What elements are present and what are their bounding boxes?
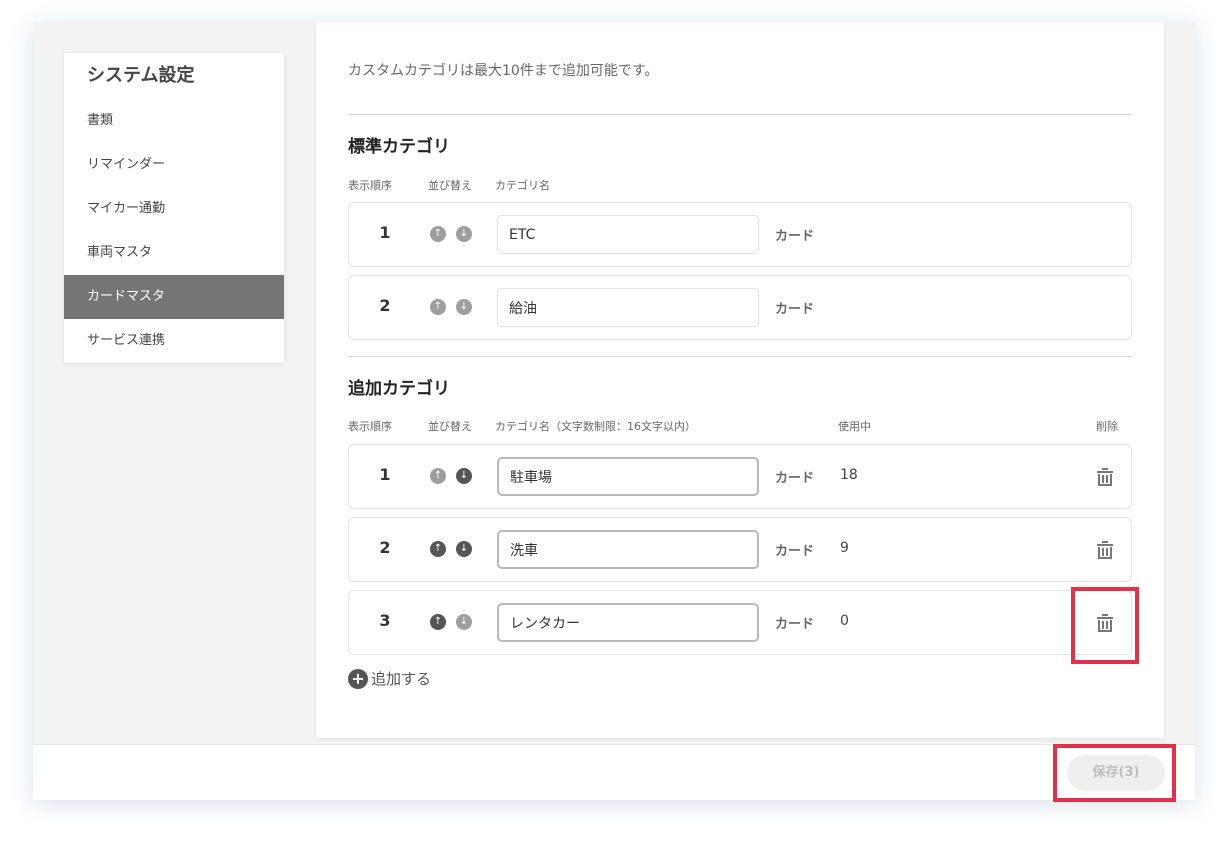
sidebar-item-card-master[interactable]: カードマスタ xyxy=(64,275,284,319)
standard-category-row: 1 ↑ ↓ カード xyxy=(348,202,1132,267)
sidebar-item-service-integration[interactable]: サービス連携 xyxy=(64,319,284,363)
col-head-sort: 並び替え xyxy=(428,179,472,192)
row-order: 1 xyxy=(379,223,391,242)
col-head-sort: 並び替え xyxy=(428,420,472,433)
sort-down-button[interactable]: ↓ xyxy=(456,299,472,315)
arrow-down-icon: ↓ xyxy=(459,228,469,239)
category-limit-notice: カスタムカテゴリは最大10件まで追加可能です。 xyxy=(348,63,659,79)
col-head-order: 表示順序 xyxy=(348,179,392,192)
row-order: 2 xyxy=(379,296,391,315)
sidebar-item-vehicle-master[interactable]: 車両マスタ xyxy=(64,231,284,275)
sort-up-button[interactable]: ↑ xyxy=(430,226,446,242)
usage-count: 9 xyxy=(840,540,849,556)
arrow-up-icon: ↑ xyxy=(433,470,443,481)
arrow-up-icon: ↑ xyxy=(433,543,443,554)
category-kind: カード xyxy=(775,229,815,244)
trash-icon[interactable] xyxy=(1093,465,1117,489)
custom-category-row: 1 ↑ ↓ カード 18 xyxy=(348,444,1132,509)
col-head-name: カテゴリ名（文字数制限：16文字以内） xyxy=(495,420,696,433)
sort-down-button[interactable]: ↓ xyxy=(456,614,472,630)
arrow-up-icon: ↑ xyxy=(433,228,443,239)
row-order: 3 xyxy=(379,611,391,630)
sort-down-button[interactable]: ↓ xyxy=(456,468,472,484)
custom-category-title: 追加カテゴリ xyxy=(348,379,450,399)
custom-category-row: 2 ↑ ↓ カード 9 xyxy=(348,517,1132,582)
plus-circle-icon: + xyxy=(348,668,368,689)
col-head-name: カテゴリ名 xyxy=(495,179,550,192)
arrow-up-icon: ↑ xyxy=(433,616,443,627)
sort-up-button[interactable]: ↑ xyxy=(430,541,446,557)
footer-bar: 保存(3) xyxy=(33,744,1195,800)
arrow-up-icon: ↑ xyxy=(433,301,443,312)
standard-category-row: 2 ↑ ↓ カード xyxy=(348,275,1132,340)
category-kind: カード xyxy=(775,471,815,486)
sidebar: システム設定 書類 リマインダー マイカー通勤 車両マスタ カードマスタ サービ… xyxy=(64,53,284,363)
sidebar-item-commute[interactable]: マイカー通勤 xyxy=(64,187,284,231)
usage-count: 18 xyxy=(840,467,858,483)
arrow-down-icon: ↓ xyxy=(459,301,469,312)
row-order: 2 xyxy=(379,538,391,557)
category-name-input[interactable] xyxy=(497,457,759,496)
add-category-label: 追加する xyxy=(371,670,432,688)
arrow-down-icon: ↓ xyxy=(459,470,469,481)
sidebar-item-documents[interactable]: 書類 xyxy=(64,99,284,143)
main-panel: カスタムカテゴリは最大10件まで追加可能です。 標準カテゴリ 表示順序 並び替え… xyxy=(316,22,1164,738)
arrow-down-icon: ↓ xyxy=(459,543,469,554)
arrow-down-icon: ↓ xyxy=(459,616,469,627)
sort-up-button[interactable]: ↑ xyxy=(430,299,446,315)
trash-icon[interactable] xyxy=(1093,538,1117,562)
category-name-input[interactable] xyxy=(497,530,759,569)
row-order: 1 xyxy=(379,465,391,484)
trash-icon[interactable] xyxy=(1093,611,1117,635)
col-head-usage: 使用中 xyxy=(838,420,871,433)
category-name-input[interactable] xyxy=(497,603,759,642)
col-head-order: 表示順序 xyxy=(348,420,392,433)
add-category-button[interactable]: + 追加する xyxy=(348,668,431,689)
divider xyxy=(348,114,1132,115)
col-head-delete: 削除 xyxy=(1096,420,1118,433)
category-kind: カード xyxy=(775,544,815,559)
usage-count: 0 xyxy=(840,613,849,629)
category-name-input xyxy=(497,215,759,254)
sidebar-title: システム設定 xyxy=(87,65,195,86)
save-button[interactable]: 保存(3) xyxy=(1067,755,1165,791)
sort-up-button[interactable]: ↑ xyxy=(430,614,446,630)
divider xyxy=(348,356,1132,357)
settings-window: システム設定 書類 リマインダー マイカー通勤 車両マスタ カードマスタ サービ… xyxy=(33,22,1195,800)
category-kind: カード xyxy=(775,617,815,632)
sort-up-button[interactable]: ↑ xyxy=(430,468,446,484)
category-kind: カード xyxy=(775,302,815,317)
sidebar-item-reminder[interactable]: リマインダー xyxy=(64,143,284,187)
category-name-input xyxy=(497,288,759,327)
sort-down-button[interactable]: ↓ xyxy=(456,226,472,242)
sort-down-button[interactable]: ↓ xyxy=(456,541,472,557)
custom-category-row: 3 ↑ ↓ カード 0 xyxy=(348,590,1132,655)
standard-category-title: 標準カテゴリ xyxy=(348,137,450,157)
